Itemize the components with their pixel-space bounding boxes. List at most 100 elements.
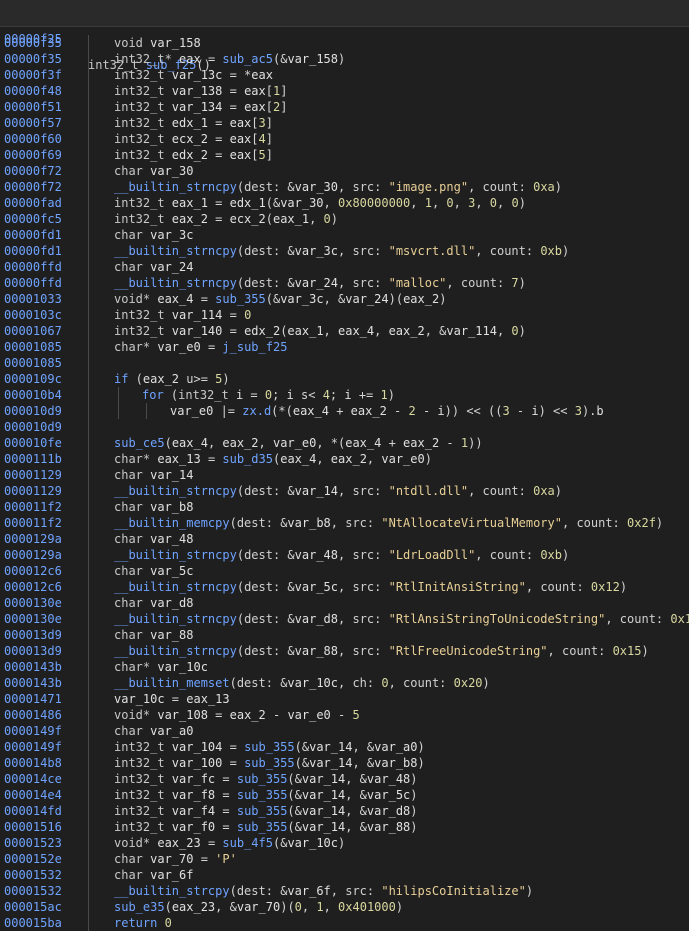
line-address[interactable]: 00001129 [4, 467, 62, 483]
code-token-var[interactable]: ecx_2 [230, 212, 266, 226]
code-line[interactable]: 00001129 char var_14 [0, 467, 689, 483]
code-line[interactable]: 000014b8 int32_t var_100 = sub_355(&var_1… [0, 755, 689, 771]
line-address[interactable]: 000010fe [4, 435, 62, 451]
code-line[interactable]: 0000149f int32_t var_104 = sub_355(&var_1… [0, 739, 689, 755]
line-address[interactable]: 00000f35 [4, 35, 62, 51]
code-line[interactable]: 00000f35 int32_t* eax = sub_ac5(&var_158) [0, 51, 689, 67]
code-token-var[interactable]: var_48 [295, 548, 338, 562]
code-token-fn[interactable]: __builtin_strncpy [114, 276, 237, 290]
code-line[interactable]: 00001523 void* eax_23 = sub_4f5(&var_10c) [0, 835, 689, 851]
code-line[interactable]: 00001085 char* var_e0 = j_sub_f25 [0, 339, 689, 355]
code-line[interactable]: 000013d9 char var_88 [0, 627, 689, 643]
code-line[interactable]: 00000f57 int32_t edx_1 = eax[3] [0, 115, 689, 131]
line-address[interactable]: 000010b4 [4, 387, 62, 403]
code-token-fn[interactable]: sub_355 [244, 756, 295, 770]
code-token-fn[interactable]: sub_355 [237, 820, 288, 834]
code-line[interactable]: 0000129a __builtin_strncpy(dest: &var_48,… [0, 547, 689, 563]
code-line[interactable]: 000011f2 char var_b8 [0, 499, 689, 515]
line-address[interactable]: 0000149f [4, 723, 62, 739]
line-address[interactable]: 00001085 [4, 339, 62, 355]
line-address[interactable]: 0000109c [4, 371, 62, 387]
code-token-var[interactable]: var_14 [302, 772, 345, 786]
code-line[interactable]: 00000fd1 __builtin_strncpy(dest: &var_3c,… [0, 243, 689, 259]
line-address[interactable]: 0000130e [4, 595, 62, 611]
code-token-var[interactable]: var_30 [295, 180, 338, 194]
code-token-var[interactable]: eax [230, 148, 252, 162]
line-address[interactable]: 0000130e [4, 611, 62, 627]
code-token-var[interactable]: var_70 [150, 852, 193, 866]
code-line[interactable]: 0000130e char var_d8 [0, 595, 689, 611]
code-token-var[interactable]: var_b8 [287, 516, 330, 530]
code-token-var[interactable]: b [596, 404, 603, 418]
code-token-var[interactable]: var_d8 [367, 804, 410, 818]
line-address[interactable]: 00000fd1 [4, 243, 62, 259]
code-token-var[interactable]: var_13c [172, 68, 223, 82]
line-address[interactable]: 00001516 [4, 819, 62, 835]
code-token-var[interactable]: var_6f [287, 884, 330, 898]
code-token-var[interactable]: i [287, 388, 294, 402]
code-line[interactable]: 000015ac sub_e35(eax_23, &var_70)(0, 1, 0… [0, 899, 689, 915]
code-line[interactable]: 000010fe sub_ce5(eax_4, eax_2, var_e0, *(… [0, 435, 689, 451]
code-token-var[interactable]: var_158 [150, 36, 201, 50]
code-line[interactable]: 0000149f char var_a0 [0, 723, 689, 739]
line-address[interactable]: 000014e4 [4, 787, 62, 803]
code-token-fn[interactable]: zx.d [242, 404, 271, 418]
code-token-var[interactable]: eax_13 [186, 692, 229, 706]
code-line[interactable]: 0000111b char* eax_13 = sub_d35(eax_4, ea… [0, 451, 689, 467]
code-token-fn[interactable]: sub_355 [237, 788, 288, 802]
code-token-var[interactable]: eax_1 [273, 212, 309, 226]
code-token-var[interactable]: ecx_2 [172, 132, 208, 146]
code-token-var[interactable]: var_14 [309, 740, 352, 754]
line-address[interactable]: 000011f2 [4, 515, 62, 531]
code-token-var[interactable]: var_138 [172, 84, 223, 98]
line-address[interactable]: 00000fad [4, 195, 62, 211]
code-token-var[interactable]: edx_2 [244, 324, 280, 338]
line-address[interactable]: 00001085 [4, 355, 62, 371]
code-token-fn[interactable]: __builtin_strncpy [114, 548, 237, 562]
code-token-fn[interactable]: sub_355 [215, 292, 266, 306]
code-token-fn[interactable]: sub_ce5 [114, 436, 165, 450]
line-address[interactable]: 00001532 [4, 867, 62, 883]
code-token-var[interactable]: var_10c [157, 660, 208, 674]
code-token-var[interactable]: var_24 [150, 260, 193, 274]
code-line[interactable]: 00001486 void* var_108 = eax_2 - var_e0 -… [0, 707, 689, 723]
code-token-var[interactable]: var_d8 [150, 596, 193, 610]
code-token-var[interactable]: eax_23 [157, 836, 200, 850]
line-address[interactable]: 00001471 [4, 691, 62, 707]
code-token-fn[interactable]: __builtin_memset [114, 676, 230, 690]
code-token-var[interactable]: var_140 [172, 324, 223, 338]
code-token-var[interactable]: var_5c [150, 564, 193, 578]
code-token-var[interactable]: var_30 [150, 164, 193, 178]
line-address[interactable]: 00001033 [4, 291, 62, 307]
code-line[interactable]: 0000103c int32_t var_114 = 0 [0, 307, 689, 323]
line-address[interactable]: 000012c6 [4, 563, 62, 579]
code-line[interactable]: 000010d9 [0, 419, 689, 435]
code-token-fn[interactable]: sub_355 [237, 772, 288, 786]
code-line[interactable]: 0000152e char var_70 = 'P' [0, 851, 689, 867]
code-token-var[interactable]: var_14 [302, 820, 345, 834]
code-line[interactable]: 00000f72 char var_30 [0, 163, 689, 179]
code-line[interactable]: 0000109c if (eax_2 u>= 5) [0, 371, 689, 387]
code-token-var[interactable]: var_134 [172, 100, 223, 114]
code-token-var[interactable]: edx_2 [172, 148, 208, 162]
code-token-var[interactable]: var_14 [150, 468, 193, 482]
code-token-fn[interactable]: __builtin_strncpy [114, 644, 237, 658]
code-token-var[interactable]: var_5c [367, 788, 410, 802]
line-address[interactable]: 000013d9 [4, 643, 62, 659]
code-token-var[interactable]: var_3c [295, 244, 338, 258]
code-token-var[interactable]: var_14 [295, 484, 338, 498]
code-token-var[interactable]: eax_4 [280, 452, 316, 466]
line-address[interactable]: 00000f60 [4, 131, 62, 147]
code-token-var[interactable]: eax_2 [172, 212, 208, 226]
code-token-var[interactable]: var_f0 [172, 820, 215, 834]
line-address[interactable]: 0000149f [4, 739, 62, 755]
code-token-var[interactable]: eax [230, 132, 252, 146]
code-token-var[interactable]: var_10c [287, 836, 338, 850]
code-line[interactable]: 0000143b char* var_10c [0, 659, 689, 675]
code-token-var[interactable]: var_114 [446, 324, 497, 338]
code-token-var[interactable]: var_e0 [157, 340, 200, 354]
code-line[interactable]: 00001033 void* eax_4 = sub_355(&var_3c, &… [0, 291, 689, 307]
line-address[interactable]: 00000f72 [4, 163, 62, 179]
code-token-var[interactable]: var_d8 [295, 612, 338, 626]
code-token-var[interactable]: eax_2 [389, 324, 425, 338]
